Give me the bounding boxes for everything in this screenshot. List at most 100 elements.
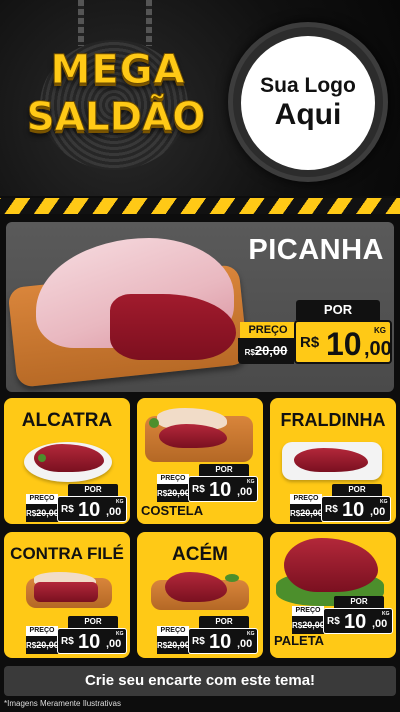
old-currency: R$ (290, 509, 301, 518)
featured-price-int: 10 (326, 326, 362, 362)
title-mega: MEGA (50, 47, 186, 93)
product-card-fraldinha: FRALDINHA POR PREÇO R$20,00 R$ 10 KG ,00 (270, 398, 396, 524)
price-cents: ,00 (370, 506, 386, 518)
product-card-contra-file: CONTRA FILÉ POR PREÇO R$20,00 R$ 10 KG ,00 (4, 532, 130, 658)
unit: KG (380, 499, 388, 505)
preco-label: PREÇO (26, 626, 58, 636)
product-name: ALCATRA (21, 410, 113, 431)
header-banner: MEGA SALDÃO Sua Logo Aqui (0, 0, 400, 196)
por-label: POR (332, 484, 382, 496)
new-price: R$ 10 KG ,00 (188, 476, 258, 502)
por-label: POR (199, 464, 249, 476)
por-label: POR (68, 484, 118, 496)
hazard-stripe (0, 198, 400, 214)
currency: R$ (325, 504, 338, 515)
old-value: 20,00 (36, 640, 59, 650)
old-price: R$20,00 (26, 504, 59, 522)
product-card-acem: ACÉM POR PREÇO R$20,00 R$ 10 KG ,00 (137, 532, 263, 658)
new-price: R$ 10 KG ,00 (321, 496, 391, 522)
preco-label: PREÇO (157, 626, 189, 636)
acem-meat-image (165, 572, 227, 602)
old-value: 20,00 (302, 620, 325, 630)
preco-label: PREÇO (26, 494, 58, 504)
por-label: POR (68, 616, 118, 628)
price-int: 10 (342, 499, 365, 521)
new-price: R$ 10 KG ,00 (323, 608, 393, 634)
old-price: R$20,00 (26, 636, 59, 654)
featured-new-price: R$ 10 KG ,00 (294, 320, 392, 364)
product-name: PALETA (274, 633, 325, 648)
old-currency: R$ (26, 509, 37, 518)
price-cents: ,00 (372, 618, 388, 630)
product-name: COSTELA (141, 503, 204, 518)
unit: KG (247, 631, 255, 637)
product-name: FRALDINHA (280, 410, 386, 430)
price-int: 10 (209, 631, 232, 653)
herb-decoration (225, 574, 239, 582)
old-currency: R$ (157, 489, 168, 498)
old-price: R$20,00 (290, 504, 323, 522)
price-int: 10 (78, 499, 101, 521)
currency: R$ (192, 484, 205, 495)
featured-preco-label: PREÇO (240, 322, 296, 338)
paleta-meat-image (284, 538, 378, 592)
por-label: POR (199, 616, 249, 628)
price-tag: POR PREÇO R$20,00 R$ 10 KG ,00 (290, 484, 392, 524)
unit: KG (116, 631, 124, 637)
featured-currency: R$ (300, 334, 320, 351)
logo-text-top: Sua Logo (260, 74, 356, 97)
old-price: R$20,00 (157, 636, 190, 654)
featured-old-price: R$20,00 (238, 338, 294, 364)
old-price: R$20,00 (157, 484, 190, 502)
price-tag: POR PREÇO R$20,00 R$ 10 KG ,00 (157, 464, 259, 504)
price-int: 10 (78, 631, 101, 653)
currency: R$ (192, 636, 205, 647)
old-currency: R$ (292, 621, 303, 630)
por-label: POR (334, 596, 384, 608)
featured-old-currency: R$ (244, 348, 255, 357)
product-name: CONTRA FILÉ (10, 544, 124, 563)
currency: R$ (61, 636, 74, 647)
featured-price-cents: ,00 (364, 338, 392, 360)
unit: KG (382, 611, 390, 617)
featured-por-label: POR (296, 300, 380, 320)
old-value: 20,00 (300, 508, 323, 518)
title-saldao: SALDÃO (26, 95, 206, 140)
product-name: ACÉM (172, 544, 228, 565)
featured-product-name: PICANHA (248, 234, 384, 266)
currency: R$ (61, 504, 74, 515)
price-cents: ,00 (106, 506, 122, 518)
chain-right (146, 0, 152, 46)
featured-unit: KG (374, 326, 386, 335)
price-cents: ,00 (237, 638, 253, 650)
old-value: 20,00 (167, 640, 190, 650)
price-int: 10 (344, 611, 367, 633)
currency: R$ (327, 616, 340, 627)
old-value: 20,00 (167, 488, 190, 498)
old-currency: R$ (157, 641, 168, 650)
old-price: R$20,00 (292, 616, 325, 634)
price-cents: ,00 (237, 486, 253, 498)
price-tag: POR PREÇO R$20,00 R$ 10 KG ,00 (26, 484, 128, 524)
logo-placeholder: Sua Logo Aqui (241, 36, 375, 170)
herb-decoration (149, 418, 159, 428)
unit: KG (116, 499, 124, 505)
price-int: 10 (209, 479, 232, 501)
product-card-costela: POR PREÇO R$20,00 R$ 10 KG ,00 COSTELA (137, 398, 263, 524)
contra-file-meat-image (34, 582, 98, 602)
price-cents: ,00 (106, 638, 122, 650)
featured-old-value: 20,00 (254, 343, 288, 358)
old-value: 20,00 (36, 508, 59, 518)
new-price: R$ 10 KG ,00 (188, 628, 258, 654)
footnote: *Imagens Meramente Ilustrativas (4, 699, 121, 708)
cta-banner[interactable]: Crie seu encarte com este tema! (4, 666, 396, 696)
price-tag: POR PREÇO R$20,00 R$ 10 KG ,00 (157, 616, 259, 656)
price-tag: POR PREÇO R$20,00 R$ 10 KG ,00 (292, 596, 394, 636)
preco-label: PREÇO (290, 494, 322, 504)
product-card-paleta: POR PREÇO R$20,00 R$ 10 KG ,00 PALETA (270, 532, 396, 658)
new-price: R$ 10 KG ,00 (57, 496, 127, 522)
old-currency: R$ (26, 641, 37, 650)
logo-text-bottom: Aqui (274, 98, 342, 131)
product-card-alcatra: ALCATRA POR PREÇO R$20,00 R$ 10 KG ,00 (4, 398, 130, 524)
price-tag: POR PREÇO R$20,00 R$ 10 KG ,00 (26, 616, 128, 656)
